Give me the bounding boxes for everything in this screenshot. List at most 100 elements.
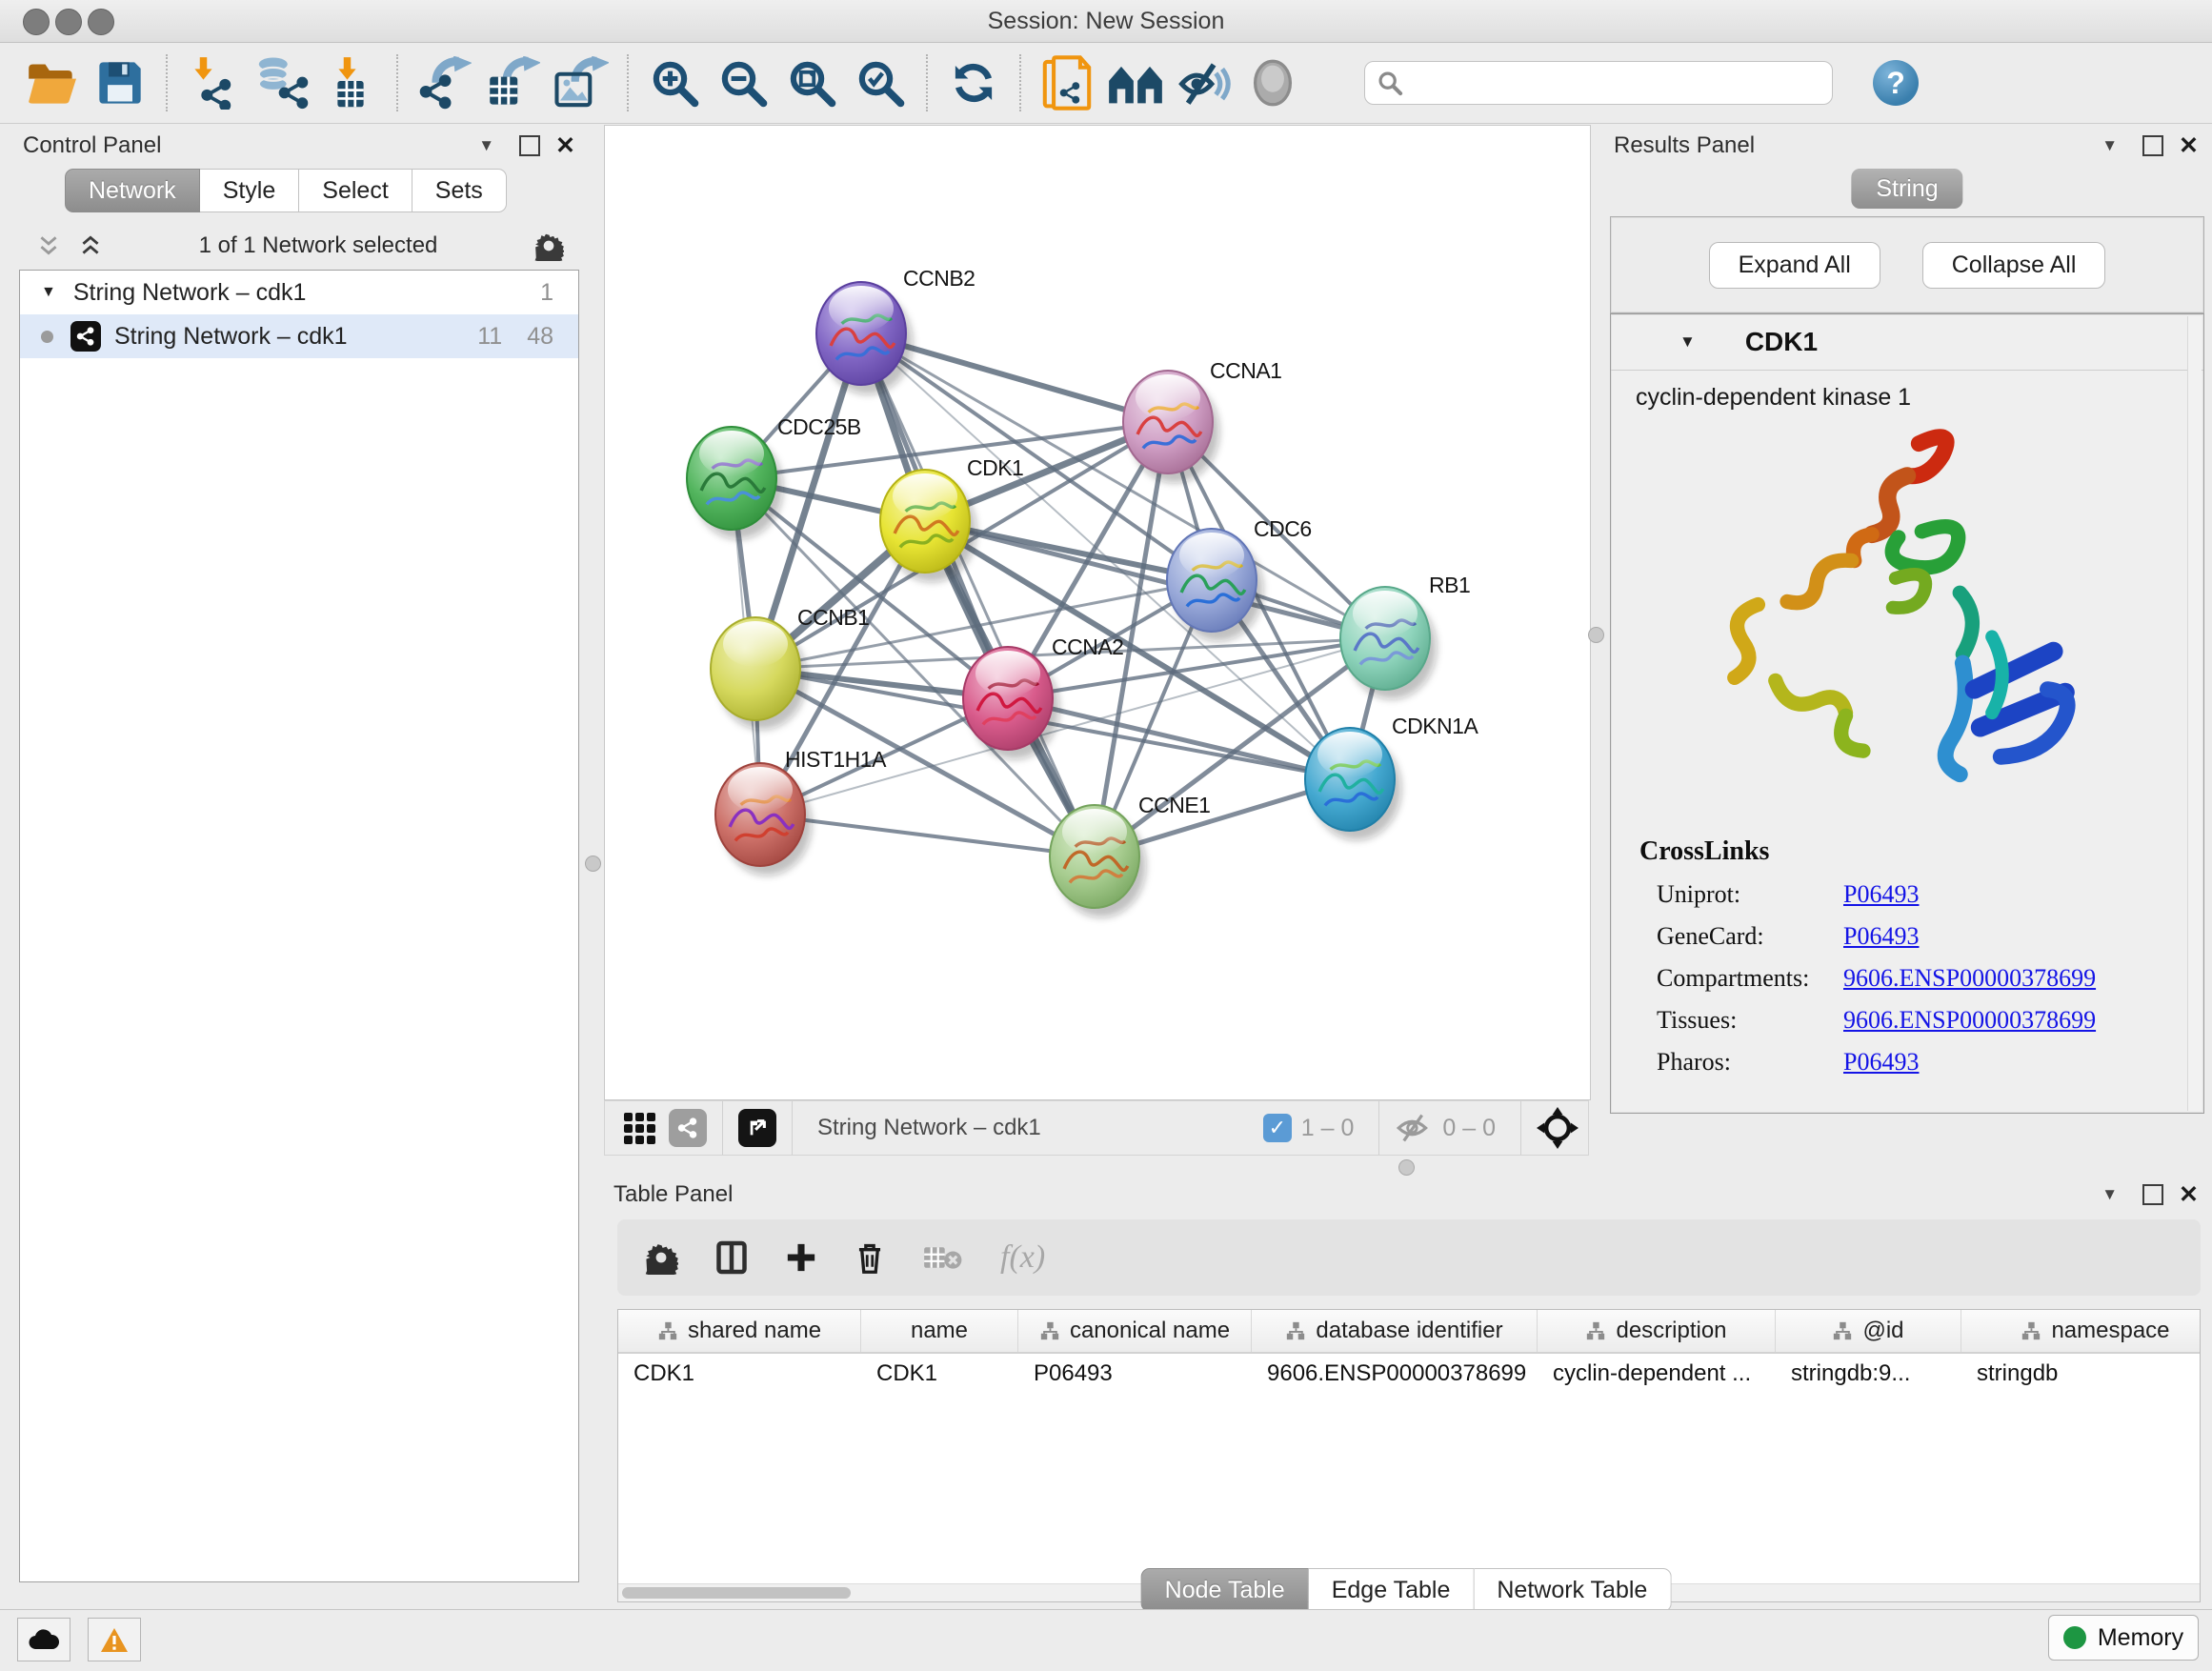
node-CDC6[interactable]: CDC6 <box>1167 516 1312 641</box>
crosslink-row: Pharos:P06493 <box>1639 1048 2203 1077</box>
import-network-database-button[interactable] <box>248 50 316 115</box>
table-row[interactable]: CDK1CDK1P064939606.ENSP00000378699cyclin… <box>618 1354 2200 1394</box>
export-image-button[interactable] <box>547 50 615 115</box>
selected-count-checkbox[interactable]: ✓ <box>1263 1114 1292 1142</box>
zoom-out-button[interactable] <box>709 50 777 115</box>
node-CCNA1[interactable]: CCNA1 <box>1123 358 1281 483</box>
toolbar-separator <box>926 54 928 111</box>
table-options-gear-icon[interactable] <box>644 1240 678 1275</box>
refresh-button[interactable] <box>939 50 1008 115</box>
node-HIST1H1A[interactable]: HIST1H1A <box>715 747 887 876</box>
search-field[interactable] <box>1364 61 1833 105</box>
protein-structure-image <box>1611 417 2203 827</box>
node-CDKN1A[interactable]: CDKN1A <box>1305 714 1478 840</box>
tree-expand-caret-icon[interactable]: ▼ <box>41 284 56 301</box>
show-all-button[interactable] <box>1238 50 1307 115</box>
table-cell: stringdb <box>1961 1360 2201 1387</box>
import-table-button[interactable] <box>316 50 385 115</box>
panel-float-icon[interactable] <box>2142 1184 2163 1205</box>
column-header-namespace[interactable]: namespace <box>1961 1310 2201 1352</box>
expand-all-button[interactable]: Expand All <box>1709 242 1880 289</box>
panel-float-icon[interactable] <box>519 135 540 156</box>
network-from-clipboard-button[interactable] <box>1033 50 1101 115</box>
save-session-button[interactable] <box>86 50 154 115</box>
first-neighbors-button[interactable] <box>1101 50 1170 115</box>
vertical-splitter-handle[interactable] <box>585 856 601 872</box>
column-header-name[interactable]: name <box>861 1310 1018 1352</box>
node-CDK1[interactable]: CDK1 <box>880 455 1023 582</box>
delete-table-icon[interactable] <box>922 1242 964 1273</box>
delete-column-trash-icon[interactable] <box>854 1240 886 1275</box>
show-grid-icon[interactable] <box>624 1113 655 1144</box>
show-columns-icon[interactable] <box>714 1240 749 1275</box>
tab-select[interactable]: Select <box>299 169 412 212</box>
network-canvas[interactable]: CCNB2CCNA1CDC25BCDK1CDC6RB1CCNB1CCNA2CDK… <box>604 125 1591 1100</box>
crosslink-link[interactable]: P06493 <box>1843 880 1919 909</box>
import-network-file-button[interactable] <box>179 50 248 115</box>
zoom-selected-button[interactable] <box>846 50 915 115</box>
panel-menu-caret-icon[interactable]: ▼ <box>2101 136 2118 155</box>
memory-button[interactable]: Memory <box>2048 1615 2199 1661</box>
edge-CCNB2-CCNE1[interactable] <box>861 333 1095 856</box>
node-label-CCNA1: CCNA1 <box>1210 358 1281 383</box>
panel-menu-caret-icon[interactable]: ▼ <box>2101 1185 2118 1204</box>
warning-status-button[interactable] <box>88 1618 141 1661</box>
function-builder-icon[interactable]: f(x) <box>1000 1239 1045 1276</box>
help-button[interactable]: ? <box>1873 60 1919 106</box>
network-collection-row[interactable]: ▼ String Network – cdk1 1 <box>20 271 578 314</box>
column-header-shared-name[interactable]: shared name <box>618 1310 861 1352</box>
panel-close-icon[interactable]: ✕ <box>2179 131 2199 160</box>
network-overview-toggle-icon[interactable] <box>669 1109 707 1147</box>
panel-menu-caret-icon[interactable]: ▼ <box>478 136 494 155</box>
network-options-gear-icon[interactable] <box>533 231 564 261</box>
shared-column-icon <box>1832 1320 1853 1341</box>
export-network-button[interactable] <box>410 50 478 115</box>
status-bar: Memory <box>0 1609 2212 1671</box>
panel-close-icon[interactable]: ✕ <box>2179 1180 2199 1209</box>
tab-network-table[interactable]: Network Table <box>1474 1568 1671 1612</box>
birds-eye-view-icon[interactable] <box>738 1109 776 1147</box>
crosslink-label: Pharos: <box>1657 1048 1843 1077</box>
control-panel-title: Control Panel <box>23 132 161 159</box>
card-collapse-caret-icon[interactable]: ▼ <box>1679 332 1696 352</box>
panel-float-icon[interactable] <box>2142 135 2163 156</box>
hide-selected-button[interactable] <box>1170 50 1238 115</box>
export-table-button[interactable] <box>478 50 547 115</box>
node-RB1[interactable]: RB1 <box>1340 573 1470 699</box>
tab-sets[interactable]: Sets <box>412 169 507 212</box>
crosslink-link[interactable]: P06493 <box>1843 1048 1919 1077</box>
node-label-CCNB2: CCNB2 <box>903 266 975 291</box>
expand-all-chevron-icon[interactable] <box>78 233 103 258</box>
node-CCNB2[interactable]: CCNB2 <box>816 266 975 394</box>
open-session-button[interactable] <box>17 50 86 115</box>
fit-selected-crosshair-icon[interactable] <box>1537 1107 1579 1149</box>
results-scrollbar[interactable] <box>2187 316 2202 1111</box>
tab-edge-table[interactable]: Edge Table <box>1309 1568 1475 1612</box>
zoom-in-button[interactable] <box>640 50 709 115</box>
scrollbar-thumb[interactable] <box>622 1587 851 1599</box>
tab-network[interactable]: Network <box>65 169 200 212</box>
create-column-plus-icon[interactable] <box>785 1241 817 1274</box>
node-CCNA2[interactable]: CCNA2 <box>963 634 1123 759</box>
panel-close-icon[interactable]: ✕ <box>555 131 575 160</box>
node-label-HIST1H1A: HIST1H1A <box>785 747 887 772</box>
network-row-selected[interactable]: String Network – cdk1 11 48 <box>20 314 578 358</box>
network-list: ▼ String Network – cdk1 1 String Network… <box>19 270 579 1582</box>
search-input[interactable] <box>1413 69 1820 97</box>
column-header-database-identifier[interactable]: database identifier <box>1252 1310 1538 1352</box>
crosslink-link[interactable]: 9606.ENSP00000378699 <box>1843 964 2096 993</box>
tab-node-table[interactable]: Node Table <box>1141 1568 1309 1612</box>
crosslink-link[interactable]: 9606.ENSP00000378699 <box>1843 1006 2096 1035</box>
zoom-fit-button[interactable] <box>777 50 846 115</box>
column-header-@id[interactable]: @id <box>1776 1310 1961 1352</box>
crosslink-label: Compartments: <box>1657 964 1843 993</box>
tab-string[interactable]: String <box>1851 169 1962 209</box>
collapse-all-button[interactable]: Collapse All <box>1922 242 2106 289</box>
tab-style[interactable]: Style <box>200 169 300 212</box>
cloud-status-button[interactable] <box>17 1618 70 1661</box>
column-header-description[interactable]: description <box>1538 1310 1776 1352</box>
node-CCNE1[interactable]: CCNE1 <box>1050 793 1210 917</box>
crosslink-link[interactable]: P06493 <box>1843 922 1919 951</box>
collapse-all-chevron-icon[interactable] <box>36 233 61 258</box>
column-header-canonical-name[interactable]: canonical name <box>1018 1310 1252 1352</box>
